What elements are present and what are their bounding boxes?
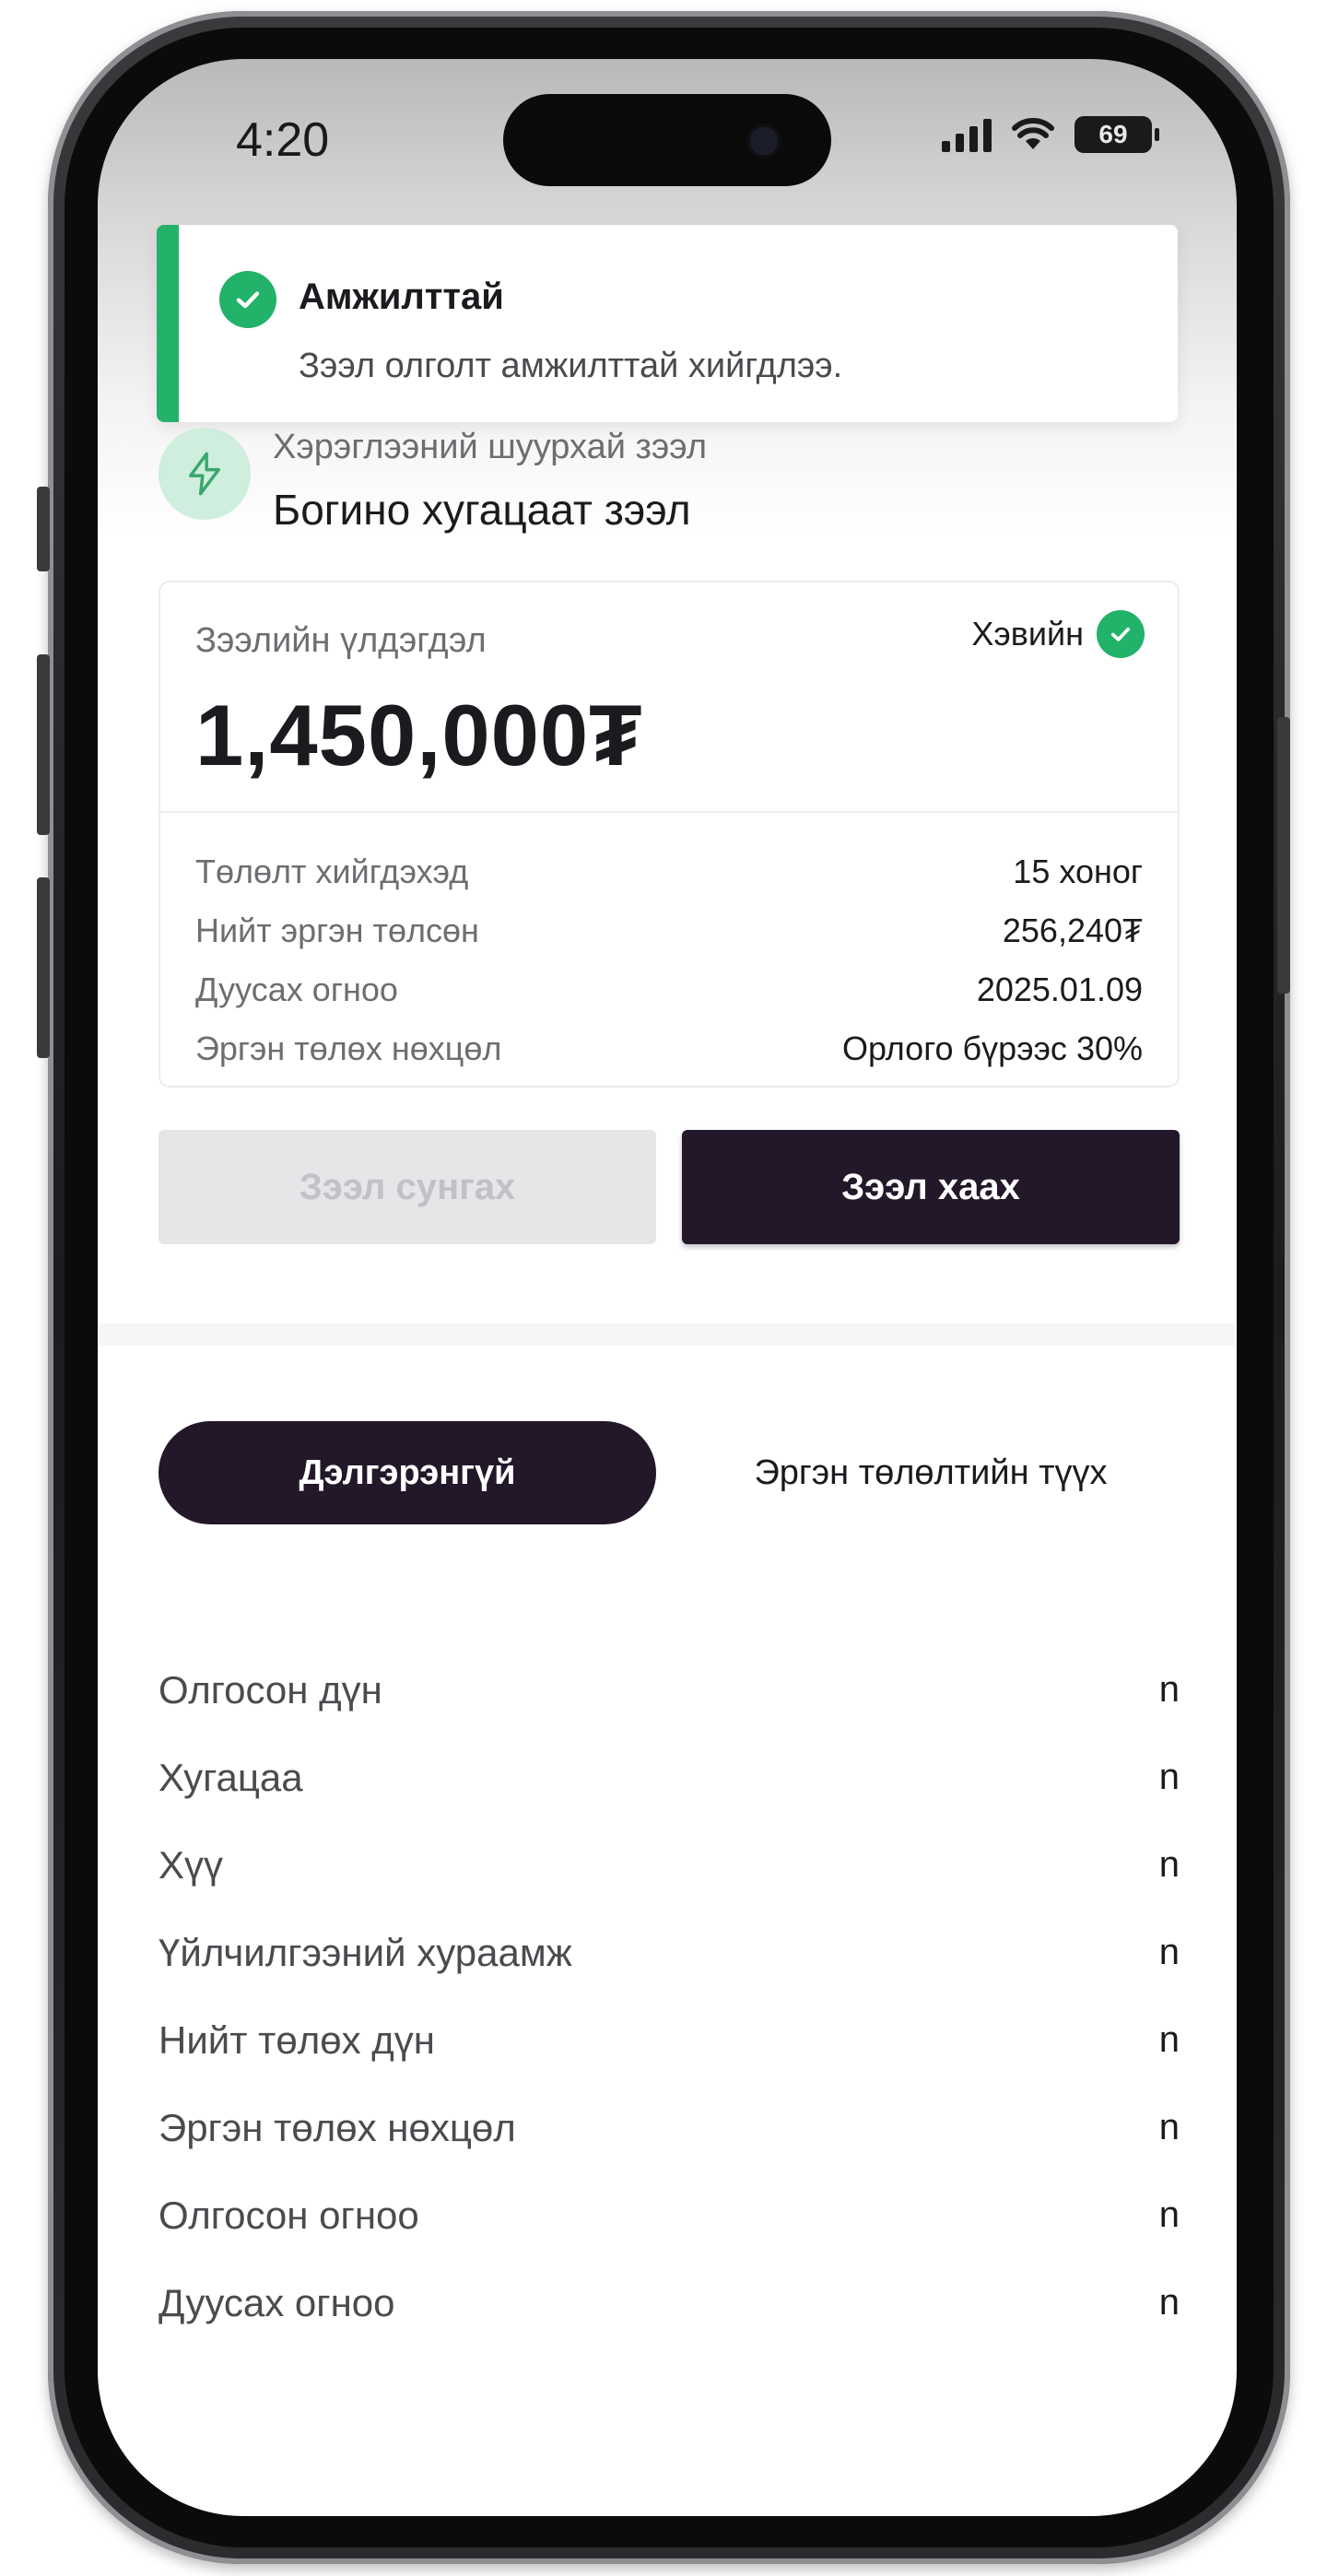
toast-message: Зээл олголт амжилттай хийгдлээ.: [299, 347, 843, 385]
screen: 4:20 69 Амжилттай Зээл олголт амжилттай …: [98, 59, 1237, 2516]
list-item: Хугацаа n: [159, 1734, 1180, 1821]
detail-label: Нийт эргэн төлсөн: [195, 912, 479, 949]
loan-balance-section: Зээлийн үлдэгдэл 1,450,000₮ Хэвийн: [160, 582, 1178, 813]
info-value: n: [1158, 1757, 1180, 1797]
info-value: n: [1158, 1669, 1180, 1710]
detail-row: Нийт эргэн төлсөн 256,240₮: [195, 901, 1143, 960]
lightning-icon: [159, 428, 251, 520]
info-label: Үйлчилгээний хураамж: [159, 1930, 572, 1974]
info-label: Дуусах огноо: [159, 2280, 395, 2324]
check-circle-icon: [1097, 610, 1145, 658]
list-item: Олгосон огноо n: [159, 2171, 1180, 2259]
detail-label: Төлөлт хийгдэхэд: [195, 853, 469, 890]
volume-down-button: [37, 877, 50, 1058]
detail-value: 256,240₮: [1002, 912, 1143, 949]
info-value: n: [1158, 1932, 1180, 1972]
wifi-icon: [1012, 118, 1054, 149]
power-button: [1277, 717, 1290, 994]
success-toast[interactable]: Амжилттай Зээл олголт амжилттай хийгдлээ…: [157, 225, 1178, 422]
detail-label: Дуусах огноо: [195, 970, 398, 1008]
list-item: Олгосон дүн n: [159, 1646, 1180, 1734]
product-title: Богино хугацаат зээл: [273, 486, 691, 534]
extend-loan-button[interactable]: Зээл сунгах: [159, 1130, 656, 1244]
detail-row: Эргэн төлөх нөхцөл Орлого бүрээс 30%: [195, 1019, 1143, 1078]
status-icons: 69: [942, 116, 1159, 153]
battery-icon: 69: [1075, 116, 1159, 153]
detail-row: Дуусах огноо 2025.01.09: [195, 960, 1143, 1019]
dynamic-island: [503, 94, 831, 186]
loan-details: Төлөлт хийгдэхэд 15 хоног Нийт эргэн төл…: [195, 842, 1143, 1078]
info-value: n: [1158, 2019, 1180, 2060]
check-circle-icon: [219, 271, 276, 328]
toast-title: Амжилттай: [299, 276, 504, 317]
info-label: Хугацаа: [159, 1755, 303, 1799]
list-item: Үйлчилгээний хураамж n: [159, 1909, 1180, 1996]
detail-label: Эргэн төлөх нөхцөл: [195, 1029, 502, 1067]
detail-value: 15 хоног: [1013, 853, 1143, 890]
info-label: Олгосон дүн: [159, 1667, 382, 1711]
loan-info-list: Олгосон дүн n Хугацаа n Хүү n Үйлчилгээн…: [159, 1646, 1180, 2347]
info-label: Нийт төлөх дүн: [159, 2017, 435, 2062]
volume-up-button: [37, 654, 50, 835]
camera-icon: [750, 127, 778, 155]
detail-row: Төлөлт хийгдэхэд 15 хоног: [195, 842, 1143, 901]
tab-repayment-history[interactable]: Эргэн төлөлтийн түүх: [682, 1421, 1180, 1524]
tab-details[interactable]: Дэлгэрэнгүй: [159, 1421, 656, 1524]
list-item: Хүү n: [159, 1821, 1180, 1909]
info-label: Хүү: [159, 1842, 224, 1887]
section-divider: [98, 1323, 1237, 1346]
status-badge: Хэвийн: [971, 610, 1145, 658]
balance-amount: 1,450,000₮: [195, 687, 643, 783]
list-item: Нийт төлөх дүн n: [159, 1996, 1180, 2084]
info-label: Эргэн төлөх нөхцөл: [159, 2105, 516, 2149]
info-value: n: [1158, 2282, 1180, 2323]
loan-card: Зээлийн үлдэгдэл 1,450,000₮ Хэвийн Төлөл…: [159, 581, 1180, 1088]
detail-value: Орлого бүрээс 30%: [841, 1029, 1143, 1067]
mute-switch: [37, 487, 50, 571]
info-label: Олгосон огноо: [159, 2193, 419, 2237]
status-text: Хэвийн: [971, 615, 1084, 653]
status-time: 4:20: [236, 113, 330, 167]
list-item: Дуусах огноо n: [159, 2259, 1180, 2347]
info-value: n: [1158, 2107, 1180, 2147]
info-value: n: [1158, 1844, 1180, 1885]
product-subtitle: Хэрэглээний шуурхай зээл: [273, 428, 708, 466]
list-item: Эргэн төлөх нөхцөл n: [159, 2084, 1180, 2171]
detail-value: 2025.01.09: [976, 970, 1143, 1008]
balance-label: Зээлийн үлдэгдэл: [195, 621, 487, 660]
cellular-signal-icon: [942, 117, 992, 152]
close-loan-button[interactable]: Зээл хаах: [682, 1130, 1180, 1244]
info-value: n: [1158, 2194, 1180, 2235]
